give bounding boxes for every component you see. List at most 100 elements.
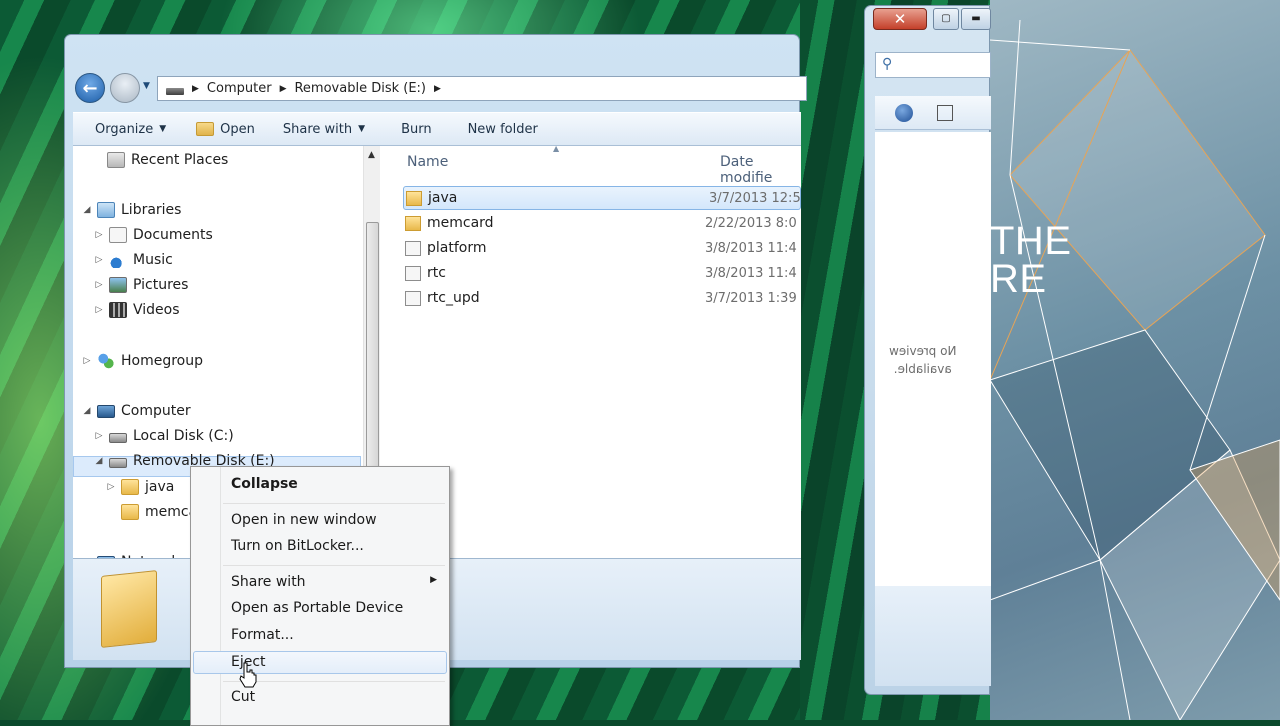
collapsed-arrow-icon[interactable]: ▷ [107, 482, 115, 492]
new-folder-label: New folder [467, 121, 538, 137]
organize-button[interactable]: Organize ▼ [95, 122, 166, 137]
tree-item-computer[interactable]: ◢ Computer [83, 403, 191, 419]
hand-cursor-icon [239, 662, 257, 688]
no-preview-line-1: No preview [889, 344, 957, 358]
file-row-rtc-upd[interactable]: rtc_upd 3/7/2013 1:39 [393, 286, 801, 310]
sort-ascending-icon: ▲ [553, 144, 560, 153]
menu-item-open-new-window[interactable]: Open in new window [231, 512, 377, 528]
tree-label: Music [133, 252, 173, 268]
chevron-down-icon: ▼ [358, 124, 366, 134]
file-name: rtc_upd [427, 290, 480, 306]
tree-item-java[interactable]: ▷ java [107, 479, 174, 495]
no-preview-message: No preview available. [889, 342, 956, 378]
menu-item-portable-device[interactable]: Open as Portable Device [231, 600, 403, 616]
file-row-platform[interactable]: platform 3/8/2013 11:4 [393, 236, 801, 260]
back-button[interactable]: ← [75, 73, 105, 103]
new-folder-button[interactable]: New folder [468, 122, 538, 137]
column-header-name[interactable]: Name [407, 154, 448, 170]
menu-separator [223, 503, 445, 504]
tree-label: Local Disk (C:) [133, 428, 234, 444]
chevron-right-icon[interactable]: ▶ [280, 84, 287, 94]
tree-item-documents[interactable]: ▷ Documents [95, 227, 213, 243]
expanded-arrow-icon[interactable]: ◢ [83, 205, 91, 215]
tree-item-videos[interactable]: ▷ Videos [95, 302, 180, 318]
help-icon[interactable] [895, 104, 913, 122]
file-row-memcard[interactable]: memcard 2/22/2013 8:0 [393, 211, 801, 235]
chevron-right-icon[interactable]: ▶ [434, 84, 441, 94]
expanded-arrow-icon[interactable]: ◢ [95, 456, 103, 466]
collapsed-arrow-icon[interactable]: ▷ [95, 255, 103, 265]
open-label: Open [220, 121, 255, 137]
tree-item-homegroup[interactable]: ▷ Homegroup [83, 353, 203, 369]
scrollbar-thumb[interactable] [366, 222, 379, 497]
tree-item-music[interactable]: ▷ Music [95, 252, 173, 268]
tree-label: java [145, 479, 175, 495]
collapsed-arrow-icon[interactable]: ▷ [83, 356, 91, 366]
folder-icon [406, 190, 422, 206]
homegroup-icon [97, 353, 115, 369]
drive-icon [166, 88, 184, 95]
folder-icon [405, 215, 421, 231]
breadcrumb-computer[interactable]: Computer [207, 81, 272, 96]
maximize-button[interactable]: ▢ [933, 8, 959, 30]
second-window-content: No preview available. [875, 132, 991, 586]
tree-label: Documents [133, 227, 213, 243]
share-with-button[interactable]: Share with ▼ [283, 122, 365, 137]
tree-item-memcard[interactable]: memca [121, 504, 197, 520]
folder-icon [121, 504, 139, 520]
preview-pane-icon[interactable] [937, 105, 953, 121]
chevron-down-icon: ▼ [159, 124, 167, 134]
collapsed-arrow-icon[interactable]: ▷ [95, 305, 103, 315]
tree-item-local-disk[interactable]: ▷ Local Disk (C:) [95, 428, 234, 444]
file-date: 2/22/2013 8:0 [705, 215, 797, 231]
breadcrumb-removable-disk[interactable]: Removable Disk (E:) [294, 81, 426, 96]
context-menu: Collapse Open in new window Turn on BitL… [190, 466, 450, 726]
tree-item-recent-places[interactable]: Recent Places [107, 152, 228, 168]
forward-button[interactable] [110, 73, 140, 103]
address-bar[interactable]: ▶ Computer ▶ Removable Disk (E:) ▶ [157, 76, 807, 101]
collapsed-arrow-icon[interactable]: ▷ [95, 230, 103, 240]
poster-line-1: THE [990, 219, 1072, 263]
submenu-arrow-icon: ▶ [430, 575, 437, 585]
menu-item-bitlocker[interactable]: Turn on BitLocker... [231, 538, 364, 554]
tree-label: Videos [133, 302, 180, 318]
recent-pages-dropdown-icon[interactable]: ▼ [143, 81, 150, 91]
computer-icon [97, 404, 115, 418]
collapsed-arrow-icon[interactable]: ▷ [95, 431, 103, 441]
burn-button[interactable]: Burn [401, 122, 432, 137]
file-icon [405, 240, 421, 256]
chevron-right-icon[interactable]: ▶ [192, 84, 199, 94]
file-row-java[interactable]: java 3/7/2013 12:5 [403, 186, 801, 210]
second-window-toolbar [875, 96, 991, 130]
close-button[interactable]: ✕ [873, 8, 927, 30]
file-row-rtc[interactable]: rtc 3/8/2013 11:4 [393, 261, 801, 285]
collapsed-arrow-icon[interactable]: ▷ [95, 280, 103, 290]
file-name: java [428, 190, 458, 206]
search-icon: ⚲ [882, 56, 893, 72]
menu-item-share-with[interactable]: Share with [231, 574, 306, 590]
menu-item-collapse[interactable]: Collapse [231, 476, 298, 492]
local-disk-icon [109, 433, 127, 443]
tree-item-pictures[interactable]: ▷ Pictures [95, 277, 188, 293]
open-folder-icon [196, 122, 215, 136]
poster-title: THE RE [990, 219, 1072, 299]
file-icon [405, 290, 421, 306]
minimize-button[interactable]: ▬ [961, 8, 991, 30]
folder-icon [121, 479, 139, 495]
share-with-label: Share with [282, 121, 353, 137]
search-input[interactable]: ⚲ [875, 52, 991, 78]
scroll-up-arrow-icon[interactable]: ▲ [368, 150, 375, 160]
menu-item-cut[interactable]: Cut [231, 689, 255, 705]
column-header-date[interactable]: Date modifie [720, 154, 801, 186]
open-button[interactable]: Open [196, 122, 255, 137]
menu-gutter [220, 467, 221, 725]
menu-separator [223, 565, 445, 566]
file-date: 3/7/2013 12:5 [709, 190, 801, 206]
command-bar: Organize ▼ Open Share with ▼ Burn New fo… [73, 112, 801, 146]
tree-label: Libraries [121, 202, 182, 218]
pictures-icon [109, 277, 127, 293]
menu-item-format[interactable]: Format... [231, 627, 294, 643]
expanded-arrow-icon[interactable]: ◢ [83, 406, 91, 416]
organize-label: Organize [95, 121, 154, 137]
tree-item-libraries[interactable]: ◢ Libraries [83, 202, 181, 218]
